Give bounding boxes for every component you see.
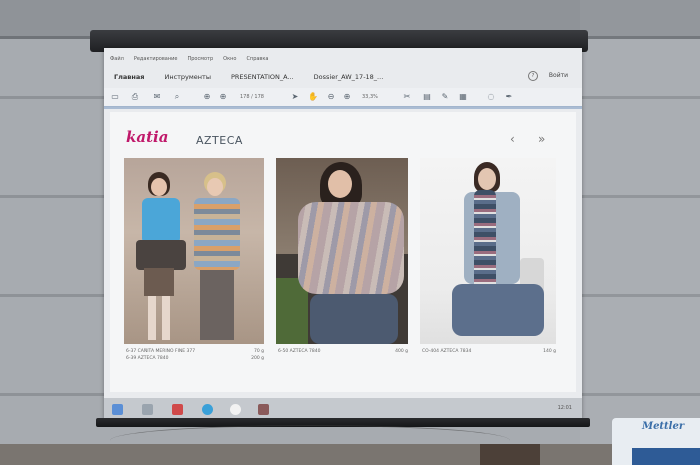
ribbon-accent (104, 106, 582, 109)
menu-item-window[interactable]: Окно (223, 56, 236, 66)
windows-start-icon[interactable] (112, 404, 123, 415)
leg (148, 296, 156, 340)
wall-panel (580, 0, 700, 465)
caption-left-2: 6-50 AZTECA 7840 (278, 349, 321, 354)
search-icon[interactable]: ⌕ (172, 92, 182, 102)
booth-sign: Mettler (612, 418, 700, 465)
jeans (452, 284, 544, 336)
save-icon[interactable]: ▭ (110, 92, 120, 102)
woman-face (478, 168, 496, 190)
caption-right-1: 70 g 200 g (251, 349, 264, 361)
menu-item-view[interactable]: Просмотр (187, 56, 213, 66)
projection-screen: Файл Редактирование Просмотр Окно Справк… (104, 48, 582, 420)
crop-icon[interactable]: ✂ (402, 92, 412, 102)
taskbar-clock: 12:01 (557, 405, 572, 411)
page-up-icon[interactable]: ⊕ (202, 92, 212, 102)
menu-item-help[interactable]: Справка (246, 56, 268, 66)
print-icon[interactable]: ⎙ (130, 92, 140, 102)
blue-sweater (142, 198, 180, 244)
sign-text: Mettler (642, 421, 685, 432)
document-page: katia AZTECA ‹ » 6-37 CAÑITA MERINO FINE… (110, 112, 576, 392)
toolbar: ▭ ⎙ ✉ ⌕ ⊕ ⊕ 178 / 178 ➤ ✋ ⊖ ⊕ 33,3% ✂ ▤ … (104, 88, 582, 107)
file-explorer-icon[interactable] (142, 404, 153, 415)
jeans (310, 294, 398, 344)
brand-logo: katia (126, 128, 169, 146)
browser-icon[interactable] (230, 404, 241, 415)
jacket (136, 240, 186, 270)
pen-icon[interactable]: ✒ (504, 92, 514, 102)
menu-item-file[interactable]: Файл (110, 56, 124, 66)
zoom-out-icon[interactable]: ⊖ (326, 92, 336, 102)
help-icon[interactable]: ? (528, 71, 538, 81)
zoom-level[interactable]: 33,3% (362, 94, 378, 100)
photo-children (124, 158, 264, 344)
tab-tools[interactable]: Инструменты (154, 73, 221, 81)
cursor-icon[interactable]: ➤ (290, 92, 300, 102)
woman-face (328, 170, 352, 198)
document-icon[interactable]: ▤ (422, 92, 432, 102)
skype-icon[interactable] (202, 404, 213, 415)
edit-icon[interactable]: ✎ (440, 92, 450, 102)
tab-presentation[interactable]: PRESENTATION_A... (221, 73, 304, 81)
tab-home[interactable]: Главная (104, 73, 154, 81)
page-down-icon[interactable]: ⊕ (218, 92, 228, 102)
tab-bar: Главная Инструменты PRESENTATION_A... Do… (104, 68, 582, 86)
tab-dossier[interactable]: Dossier_AW_17-18_... (304, 73, 394, 81)
caption-left-3: CO-404 AZTECA 7834 (422, 349, 472, 354)
chevron-right-icon[interactable]: » (538, 132, 545, 146)
caption-left-1: 6-37 CAÑITA MERINO FINE 377 6-39 AZTECA … (126, 349, 196, 361)
zoom-in-icon[interactable]: ⊕ (342, 92, 352, 102)
signin-button[interactable]: Войти (549, 72, 568, 79)
taskbar: 12:01 (104, 398, 582, 420)
hand-icon[interactable]: ✋ (308, 92, 318, 102)
menu-item-edit[interactable]: Редактирование (134, 56, 178, 66)
acrobat-icon[interactable] (172, 404, 183, 415)
caption-right-2: 400 g (395, 349, 408, 354)
boy-face (207, 178, 223, 196)
sign-strip (632, 448, 700, 465)
comment-icon[interactable]: ◌ (486, 92, 496, 102)
child-face (151, 178, 167, 196)
furniture (480, 444, 540, 465)
app-icon[interactable] (258, 404, 269, 415)
floor-edge (0, 444, 700, 465)
leg (162, 296, 170, 340)
chevron-left-icon[interactable]: ‹ (510, 132, 515, 146)
striped-turtleneck (298, 202, 404, 294)
caption-right-3: 140 g (543, 349, 556, 354)
mail-icon[interactable]: ✉ (152, 92, 162, 102)
page-indicator[interactable]: 178 / 178 (240, 94, 264, 100)
photo-woman-sitting (276, 158, 408, 344)
photo-woman-standing (420, 158, 556, 344)
shorts (144, 268, 174, 296)
striped-sweater (194, 198, 240, 270)
fill-icon[interactable]: ▦ (458, 92, 468, 102)
menu-bar: Файл Редактирование Просмотр Окно Справк… (104, 56, 588, 66)
trousers (200, 270, 234, 340)
page-title: AZTECA (196, 134, 243, 147)
